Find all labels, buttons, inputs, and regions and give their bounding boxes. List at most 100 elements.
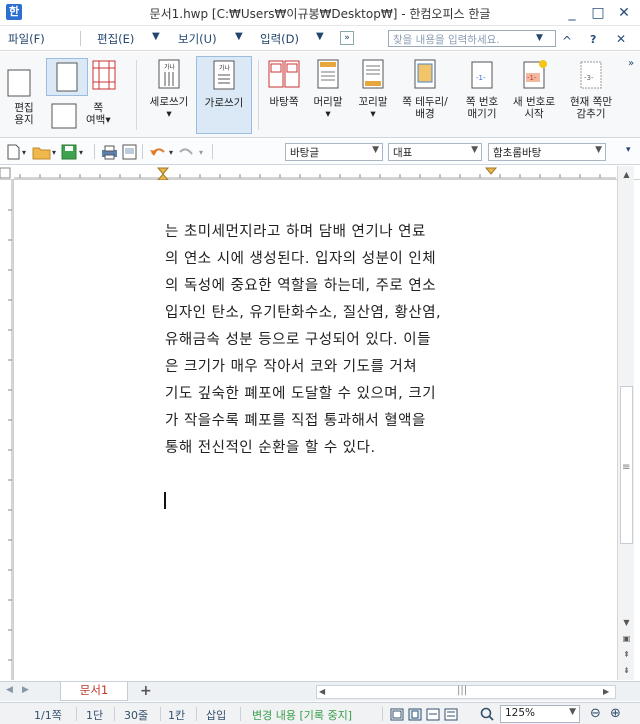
open-folder-icon[interactable]: ▾ bbox=[32, 144, 60, 160]
search-dropdown-icon[interactable]: ▼ bbox=[536, 33, 543, 43]
hide-page-icon-text: -3- bbox=[584, 74, 594, 82]
page-view-icon[interactable]: ▣ bbox=[620, 632, 633, 645]
ribbon-overflow-button[interactable]: » bbox=[628, 58, 634, 69]
status-section[interactable]: 1단 bbox=[86, 707, 103, 723]
close-document-button[interactable]: ✕ bbox=[616, 32, 626, 46]
menu-view[interactable]: 보기(U) bbox=[178, 31, 217, 47]
new-number-label: 새 번호로 시작 bbox=[513, 96, 555, 120]
menu-more-button[interactable]: » bbox=[340, 31, 354, 45]
grip-icon: ≡ bbox=[622, 462, 631, 473]
maximize-button[interactable]: □ bbox=[588, 4, 608, 22]
edit-paper-button[interactable]: 편집 용지 bbox=[2, 56, 46, 134]
chevron-down-icon[interactable]: ▼ bbox=[569, 707, 576, 717]
document-line[interactable]: 통해 전신적인 순환을 할 수 있다. bbox=[165, 436, 495, 457]
vertical-writing-button[interactable]: 가나 세로쓰기 ▾ bbox=[142, 56, 196, 134]
status-separator bbox=[160, 707, 161, 721]
margin-grid-button[interactable] bbox=[86, 56, 122, 96]
toolbar-separator bbox=[142, 144, 143, 159]
chevron-down-icon[interactable]: ▼ bbox=[316, 31, 324, 42]
master-page-button[interactable]: 바탕쪽 bbox=[262, 56, 306, 134]
zoom-in-button[interactable]: ⊕ bbox=[610, 706, 621, 721]
zoom-combo[interactable]: 125% ▼ bbox=[500, 705, 580, 723]
document-line[interactable]: 의 독성에 중요한 역할을 하는데, 주로 연소 bbox=[165, 274, 495, 295]
svg-text:▾: ▾ bbox=[22, 148, 26, 157]
search-input[interactable]: 찾을 내용을 입력하세요. bbox=[388, 30, 556, 47]
font-language-combo[interactable]: 대표 ▼ bbox=[388, 143, 482, 161]
status-insert-mode[interactable]: 삽입 bbox=[206, 707, 226, 723]
tab-document[interactable]: 문서1 bbox=[60, 682, 128, 701]
toolbar-separator bbox=[94, 144, 95, 159]
document-line[interactable]: 의 연소 시에 생성된다. 입자의 성분이 인체 bbox=[165, 247, 495, 268]
view-mode-icons[interactable] bbox=[390, 708, 464, 721]
new-number-button[interactable]: -1- 새 번호로 시작 bbox=[508, 56, 560, 134]
new-document-icon[interactable]: ▾ bbox=[6, 144, 32, 160]
page-layout-selected[interactable] bbox=[46, 58, 88, 96]
horizontal-writing-button[interactable]: 가나 가로쓰기 bbox=[196, 56, 252, 134]
hide-current-page-button[interactable]: -3- 현재 쪽만 감추기 bbox=[560, 56, 622, 134]
document-line[interactable]: 유해금속 성분 등으로 구성되어 있다. 이들 bbox=[165, 328, 495, 349]
redo-icon[interactable]: ▾ bbox=[178, 144, 208, 160]
chevron-down-icon[interactable]: ▼ bbox=[595, 145, 602, 155]
page-icon bbox=[56, 62, 78, 92]
document-tab-bar: ◀ ▶ 문서1 + ◀ ||| ▶ bbox=[0, 681, 640, 701]
minimize-button[interactable]: _ bbox=[562, 4, 582, 22]
vertical-scrollbar[interactable]: ▲ ≡ ▼ ▣ ⇞ ⇟ bbox=[617, 166, 634, 680]
save-icon[interactable]: ▾ bbox=[60, 144, 88, 160]
footer-button[interactable]: 꼬리말 ▾ bbox=[350, 56, 396, 134]
document-line[interactable]: 가 작을수록 폐포를 직접 통과해서 혈액을 bbox=[165, 409, 495, 430]
header-button[interactable]: 머리말 ▾ bbox=[306, 56, 350, 134]
tab-prev-icon[interactable]: ◀ bbox=[6, 685, 13, 695]
footer-icon bbox=[362, 59, 384, 89]
toolbar-overflow-button[interactable]: ▾ bbox=[626, 145, 631, 155]
close-button[interactable]: ✕ bbox=[614, 4, 634, 22]
document-line[interactable]: 은 크기가 매우 작아서 코와 기도를 거쳐 bbox=[165, 355, 495, 376]
zoom-out-button[interactable]: ⊖ bbox=[590, 706, 601, 721]
chevron-down-icon[interactable]: ▼ bbox=[152, 31, 160, 42]
add-tab-button[interactable]: + bbox=[140, 683, 152, 699]
document-line[interactable]: 기도 깊숙한 폐포에 도달할 수 있으며, 크기 bbox=[165, 382, 495, 403]
document-line[interactable]: 는 초미세먼지라고 하며 담배 연기나 연료 bbox=[165, 220, 495, 241]
horizontal-ruler[interactable] bbox=[0, 166, 640, 180]
app-icon[interactable]: 한 bbox=[6, 4, 22, 20]
previous-page-icon[interactable]: ⇞ bbox=[620, 648, 633, 661]
help-button[interactable]: ? bbox=[590, 33, 596, 46]
page-number-button[interactable]: -1- 쪽 번호 매기기 bbox=[456, 56, 508, 134]
page-border-button[interactable]: 쪽 테두리/ 배경 bbox=[396, 56, 454, 134]
status-page[interactable]: 1/1쪽 bbox=[34, 707, 62, 723]
horizontal-scrollbar[interactable]: ◀ ||| ▶ bbox=[316, 685, 616, 699]
chevron-down-icon[interactable]: ▼ bbox=[471, 145, 478, 155]
menu-input[interactable]: 입력(D) bbox=[260, 31, 299, 47]
scroll-down-icon[interactable]: ▼ bbox=[620, 616, 633, 629]
zoom-icon[interactable] bbox=[480, 707, 494, 721]
vertical-writing-icon-text: 가나 bbox=[164, 63, 176, 71]
scroll-up-icon[interactable]: ▲ bbox=[620, 168, 633, 181]
svg-text:▾: ▾ bbox=[199, 148, 203, 157]
font-combo[interactable]: 함초롬바탕 ▼ bbox=[488, 143, 606, 161]
chevron-down-icon[interactable]: ▼ bbox=[372, 145, 379, 155]
font-combo-value: 함초롬바탕 bbox=[493, 147, 542, 159]
status-track-changes[interactable]: 변경 내용 [기록 중지] bbox=[252, 707, 352, 723]
document-page[interactable]: 는 초미세먼지라고 하며 담배 연기나 연료 의 연소 시에 생성된다. 입자의… bbox=[15, 180, 616, 680]
menu-edit[interactable]: 편집(E) bbox=[97, 31, 134, 47]
ribbon-collapse-button[interactable]: ^ bbox=[562, 34, 572, 48]
next-page-icon[interactable]: ⇟ bbox=[620, 664, 633, 677]
tab-next-icon[interactable]: ▶ bbox=[22, 685, 29, 695]
status-line[interactable]: 30줄 bbox=[124, 707, 148, 723]
menu-file[interactable]: 파일(F) bbox=[8, 31, 45, 47]
page-number-icon: -1- bbox=[471, 61, 493, 89]
page-margin-label: 쪽 여백▾ bbox=[86, 102, 111, 126]
print-icon[interactable] bbox=[100, 144, 120, 160]
print-preview-icon[interactable] bbox=[120, 144, 140, 160]
scroll-right-icon[interactable]: ▶ bbox=[603, 687, 609, 696]
master-page-icon bbox=[268, 60, 300, 88]
master-page-label: 바탕쪽 bbox=[269, 96, 299, 108]
status-separator bbox=[196, 707, 197, 721]
style-combo[interactable]: 바탕글 ▼ bbox=[285, 143, 383, 161]
vertical-ruler[interactable] bbox=[0, 180, 14, 680]
scroll-left-icon[interactable]: ◀ bbox=[319, 687, 325, 696]
page-margin-button[interactable]: 쪽 여백▾ bbox=[50, 96, 124, 134]
chevron-down-icon[interactable]: ▼ bbox=[235, 31, 243, 42]
status-column[interactable]: 1칸 bbox=[168, 707, 185, 723]
undo-icon[interactable]: ▾ bbox=[148, 144, 178, 160]
document-line[interactable]: 입자인 탄소, 유기탄화수소, 질산염, 황산염, bbox=[165, 301, 495, 322]
